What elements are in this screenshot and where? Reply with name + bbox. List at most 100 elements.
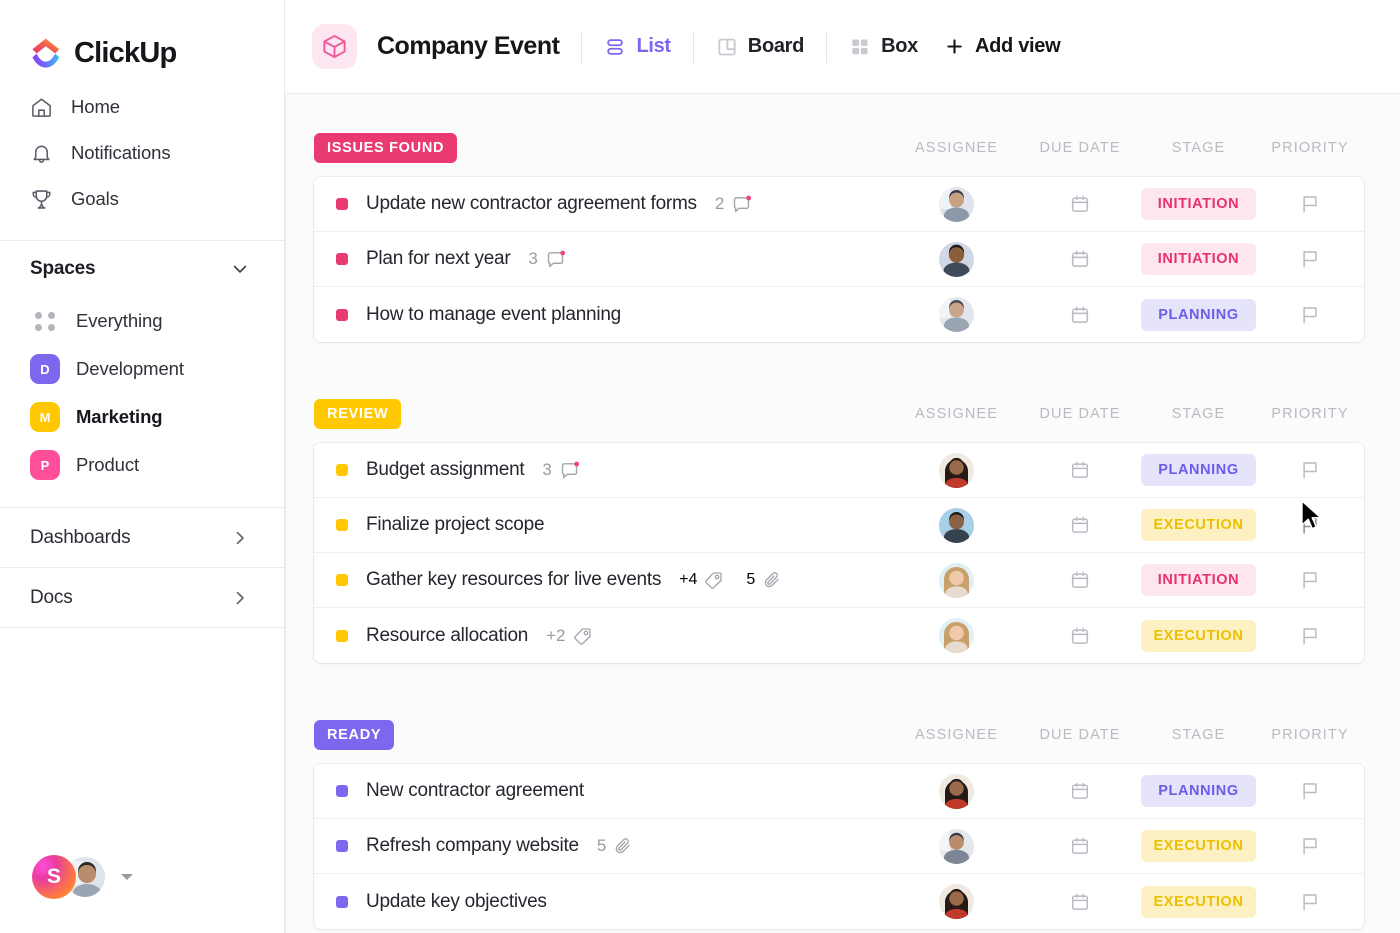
avatar xyxy=(939,562,974,598)
stage-cell[interactable]: EXECUTION xyxy=(1141,885,1256,918)
assignee-cell[interactable] xyxy=(894,452,1019,488)
table-row[interactable]: Update key objectives EXECUTION xyxy=(314,874,1364,929)
table-row[interactable]: Plan for next year 3 INITIATION xyxy=(314,232,1364,287)
group-status-badge[interactable]: REVIEW xyxy=(314,399,402,429)
tab-board[interactable]: Board xyxy=(716,35,804,58)
stage-cell[interactable]: EXECUTION xyxy=(1141,830,1256,862)
priority-cell[interactable] xyxy=(1256,569,1364,591)
table-row[interactable]: How to manage event planning PLANNING xyxy=(314,287,1364,342)
caret-down-icon[interactable] xyxy=(121,874,133,880)
task-title[interactable]: How to manage event planning xyxy=(366,304,621,326)
nav-item-notifications[interactable]: Notifications xyxy=(0,130,284,176)
table-row[interactable]: Finalize project scope EXECUTION xyxy=(314,498,1364,553)
task-tags[interactable]: +4 xyxy=(679,570,724,590)
stage-cell[interactable]: EXECUTION xyxy=(1141,509,1256,541)
task-title[interactable]: Plan for next year xyxy=(366,248,511,270)
task-comments[interactable]: 3 xyxy=(528,249,565,270)
sidebar-item-product[interactable]: P Product xyxy=(0,441,284,489)
due-date-cell[interactable] xyxy=(1019,835,1141,857)
assignee-cell[interactable] xyxy=(894,618,1019,653)
assignee-cell[interactable] xyxy=(894,562,1019,598)
due-date-cell[interactable] xyxy=(1019,304,1141,326)
due-date-cell[interactable] xyxy=(1019,193,1141,215)
add-view-button[interactable]: Add view xyxy=(944,35,1061,58)
due-date-cell[interactable] xyxy=(1019,514,1141,536)
page-title: Company Event xyxy=(377,32,560,60)
stage-cell[interactable]: PLANNING xyxy=(1141,775,1256,807)
assignee-cell[interactable] xyxy=(894,297,1019,332)
priority-cell[interactable] xyxy=(1256,459,1364,481)
spaces-header[interactable]: Spaces xyxy=(0,241,284,297)
stage-cell[interactable]: EXECUTION xyxy=(1141,619,1256,652)
due-date-cell[interactable] xyxy=(1019,625,1141,647)
due-date-cell[interactable] xyxy=(1019,459,1141,481)
assignee-cell[interactable] xyxy=(894,507,1019,543)
task-title[interactable]: Budget assignment xyxy=(366,459,525,481)
priority-cell[interactable] xyxy=(1256,625,1364,647)
stage-cell[interactable]: INITIATION xyxy=(1141,564,1256,596)
table-row[interactable]: Refresh company website 5 EXECUTION xyxy=(314,819,1364,874)
task-tags[interactable]: +2 xyxy=(546,626,592,646)
task-title[interactable]: Finalize project scope xyxy=(366,514,545,536)
priority-cell[interactable] xyxy=(1256,304,1364,326)
due-date-cell[interactable] xyxy=(1019,248,1141,270)
workspace-avatar[interactable]: S xyxy=(32,855,76,899)
space-avatar-development: D xyxy=(30,354,60,384)
priority-cell[interactable] xyxy=(1256,891,1364,913)
task-attachments[interactable]: 5 xyxy=(746,570,782,590)
priority-cell[interactable] xyxy=(1256,780,1364,802)
avatar-stack[interactable]: S xyxy=(32,855,107,899)
stage-cell[interactable]: INITIATION xyxy=(1141,188,1256,220)
priority-cell[interactable] xyxy=(1256,248,1364,270)
column-header-stage: STAGE xyxy=(1171,140,1226,156)
task-title[interactable]: Gather key resources for live events xyxy=(366,569,661,591)
priority-cell[interactable] xyxy=(1256,835,1364,857)
brand-name: ClickUp xyxy=(74,36,177,69)
nav-item-home[interactable]: Home xyxy=(0,84,284,130)
task-comments[interactable]: 2 xyxy=(715,194,752,215)
priority-cell[interactable] xyxy=(1256,193,1364,215)
task-title[interactable]: Resource allocation xyxy=(366,625,528,647)
priority-cell[interactable] xyxy=(1256,514,1364,536)
tab-box[interactable]: Box xyxy=(849,35,918,58)
brand-logo[interactable]: ClickUp xyxy=(0,0,284,78)
group-status-badge[interactable]: READY xyxy=(314,720,395,750)
assignee-cell[interactable] xyxy=(894,186,1019,222)
task-rows: Budget assignment 3 PLANNING Finalize pr… xyxy=(314,443,1364,663)
stage-cell[interactable]: INITIATION xyxy=(1141,243,1256,275)
sidebar-item-docs[interactable]: Docs xyxy=(0,568,284,627)
task-title[interactable]: Refresh company website xyxy=(366,835,579,857)
sidebar-item-marketing[interactable]: M Marketing xyxy=(0,393,284,441)
task-comments[interactable]: 3 xyxy=(542,460,579,481)
assignee-cell[interactable] xyxy=(894,828,1019,864)
table-row[interactable]: New contractor agreement PLANNING xyxy=(314,764,1364,819)
task-title[interactable]: Update key objectives xyxy=(366,891,547,913)
sidebar-item-dashboards[interactable]: Dashboards xyxy=(0,508,284,567)
tab-list[interactable]: List xyxy=(604,35,671,58)
sidebar-item-development[interactable]: D Development xyxy=(0,345,284,393)
chevron-down-icon[interactable] xyxy=(230,259,250,279)
task-title[interactable]: Update new contractor agreement forms xyxy=(366,193,697,215)
due-date-cell[interactable] xyxy=(1019,780,1141,802)
space-avatar-marketing: M xyxy=(30,402,60,432)
task-title[interactable]: New contractor agreement xyxy=(366,780,584,802)
chevron-right-icon[interactable] xyxy=(230,588,250,608)
table-row[interactable]: Update new contractor agreement forms 2 xyxy=(314,177,1364,232)
sidebar-item-everything[interactable]: Everything xyxy=(0,297,284,345)
stage-cell[interactable]: PLANNING xyxy=(1141,298,1256,331)
chevron-right-icon[interactable] xyxy=(230,528,250,548)
table-row[interactable]: Resource allocation +2 EXECUTION xyxy=(314,608,1364,663)
assignee-cell[interactable] xyxy=(894,241,1019,277)
table-row[interactable]: Budget assignment 3 PLANNING xyxy=(314,443,1364,498)
stage-cell[interactable]: PLANNING xyxy=(1141,454,1256,486)
nav-label: Goals xyxy=(71,188,119,209)
table-row[interactable]: Gather key resources for live events +4 … xyxy=(314,553,1364,608)
nav-item-goals[interactable]: Goals xyxy=(0,176,284,222)
stage-badge: INITIATION xyxy=(1141,243,1256,275)
assignee-cell[interactable] xyxy=(894,884,1019,919)
group-status-badge[interactable]: ISSUES FOUND xyxy=(314,133,458,163)
task-attachments[interactable]: 5 xyxy=(597,836,633,856)
assignee-cell[interactable] xyxy=(894,773,1019,809)
due-date-cell[interactable] xyxy=(1019,569,1141,591)
due-date-cell[interactable] xyxy=(1019,891,1141,913)
